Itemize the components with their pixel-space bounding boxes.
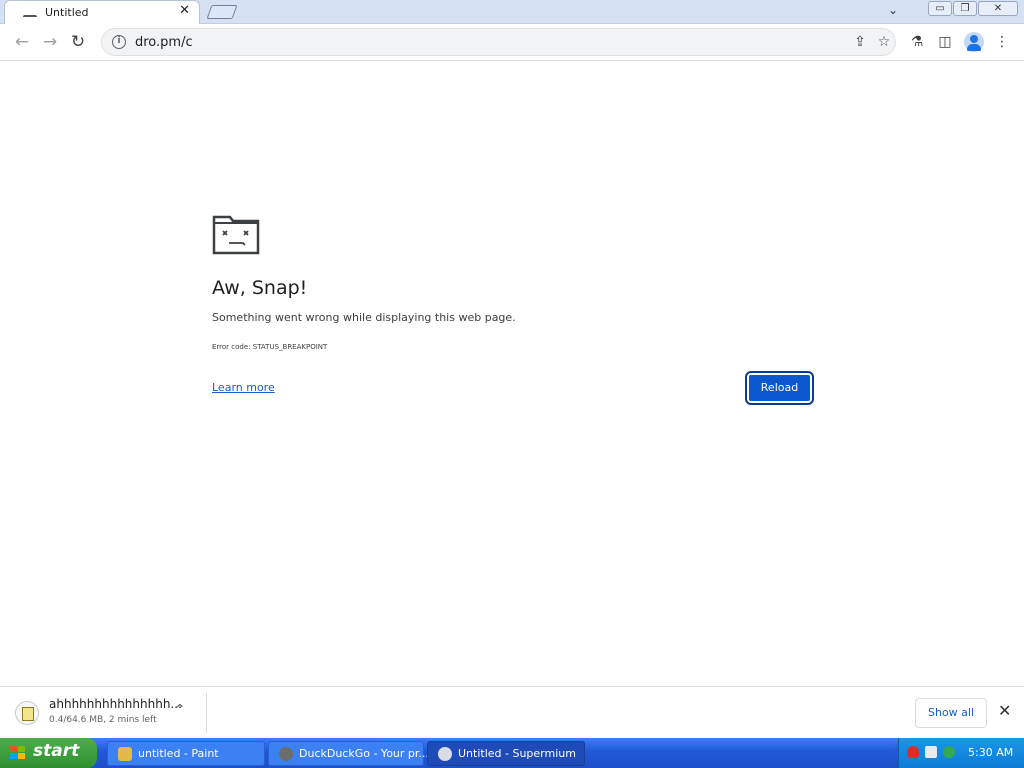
taskbar-item-label: DuckDuckGo - Your pr... <box>299 747 429 760</box>
browser-toolbar: ← → ↻ i dro.pm/c ⇪ ☆ ⚗ ◫ ⋮ <box>0 24 1024 61</box>
address-bar[interactable]: i dro.pm/c ⇪ ☆ <box>101 28 896 56</box>
tab-title: Untitled <box>45 6 89 19</box>
tab-strip: Untitled ✕ ⌄ ▭ ❐ ✕ <box>0 0 1024 25</box>
error-message: Something went wrong while displaying th… <box>212 311 516 324</box>
windows-flag-icon <box>10 746 26 760</box>
tab-close-icon[interactable]: ✕ <box>179 3 190 18</box>
share-icon[interactable]: ⇪ <box>851 33 869 51</box>
network-icon[interactable] <box>925 746 937 758</box>
window-close-button[interactable]: ✕ <box>978 1 1018 16</box>
reload-button[interactable]: Reload <box>745 371 814 405</box>
supermium-icon <box>438 747 452 761</box>
learn-more-link[interactable]: Learn more <box>212 381 275 394</box>
sad-tab-icon <box>212 215 260 255</box>
taskbar-item-paint[interactable]: untitled - Paint <box>107 741 265 766</box>
duckduckgo-icon <box>279 747 293 761</box>
tab-search-dropdown-icon[interactable]: ⌄ <box>888 3 898 17</box>
security-shield-icon[interactable] <box>907 746 919 758</box>
restore-button[interactable]: ❐ <box>953 1 977 16</box>
side-panel-icon[interactable]: ◫ <box>936 33 954 51</box>
new-tab-button[interactable] <box>206 5 238 19</box>
back-icon[interactable]: ← <box>12 32 32 52</box>
minimize-button[interactable]: ▭ <box>928 1 952 16</box>
clock: 5:30 AM <box>968 746 1014 759</box>
menu-kebab-icon[interactable]: ⋮ <box>993 33 1011 51</box>
tab-untitled[interactable]: Untitled ✕ <box>4 0 200 25</box>
bookmark-star-icon[interactable]: ☆ <box>875 33 893 51</box>
taskbar-item-duckduckgo[interactable]: DuckDuckGo - Your pr... <box>268 741 429 766</box>
download-status: 0.4/64.6 MB, 2 mins left <box>49 715 157 725</box>
profile-avatar-icon[interactable] <box>964 32 984 52</box>
tab-favicon-icon <box>23 15 37 19</box>
download-shelf: ahhhhhhhhhhhhhhh... 0.4/64.6 MB, 2 mins … <box>0 686 1024 738</box>
taskbar-item-label: untitled - Paint <box>138 747 219 760</box>
error-code: Error code: STATUS_BREAKPOINT <box>212 343 328 351</box>
labs-flask-icon[interactable]: ⚗ <box>908 33 926 51</box>
error-heading: Aw, Snap! <box>212 277 308 299</box>
paint-icon <box>118 747 132 761</box>
taskbar-item-supermium[interactable]: Untitled - Supermium <box>427 741 585 766</box>
download-file-name[interactable]: ahhhhhhhhhhhhhhh... <box>49 697 182 711</box>
forward-icon[interactable]: → <box>40 32 60 52</box>
url-text[interactable]: dro.pm/c <box>135 35 193 50</box>
download-file-icon[interactable] <box>15 701 39 725</box>
taskbar: start untitled - Paint DuckDuckGo - Your… <box>0 738 1024 768</box>
close-shelf-icon[interactable]: ✕ <box>998 701 1011 720</box>
tray-app-icon[interactable] <box>943 746 955 758</box>
download-divider <box>206 693 207 733</box>
show-all-button[interactable]: Show all <box>915 698 987 728</box>
download-options-chevron-icon[interactable]: ⌃ <box>174 702 186 718</box>
start-button[interactable]: start <box>0 738 97 768</box>
start-label: start <box>33 741 80 761</box>
system-tray: 5:30 AM <box>898 738 1024 768</box>
reload-icon[interactable]: ↻ <box>68 32 88 52</box>
page-content: Aw, Snap! Something went wrong while dis… <box>0 61 1024 686</box>
taskbar-item-label: Untitled - Supermium <box>458 747 576 760</box>
site-info-icon[interactable]: i <box>112 35 126 49</box>
